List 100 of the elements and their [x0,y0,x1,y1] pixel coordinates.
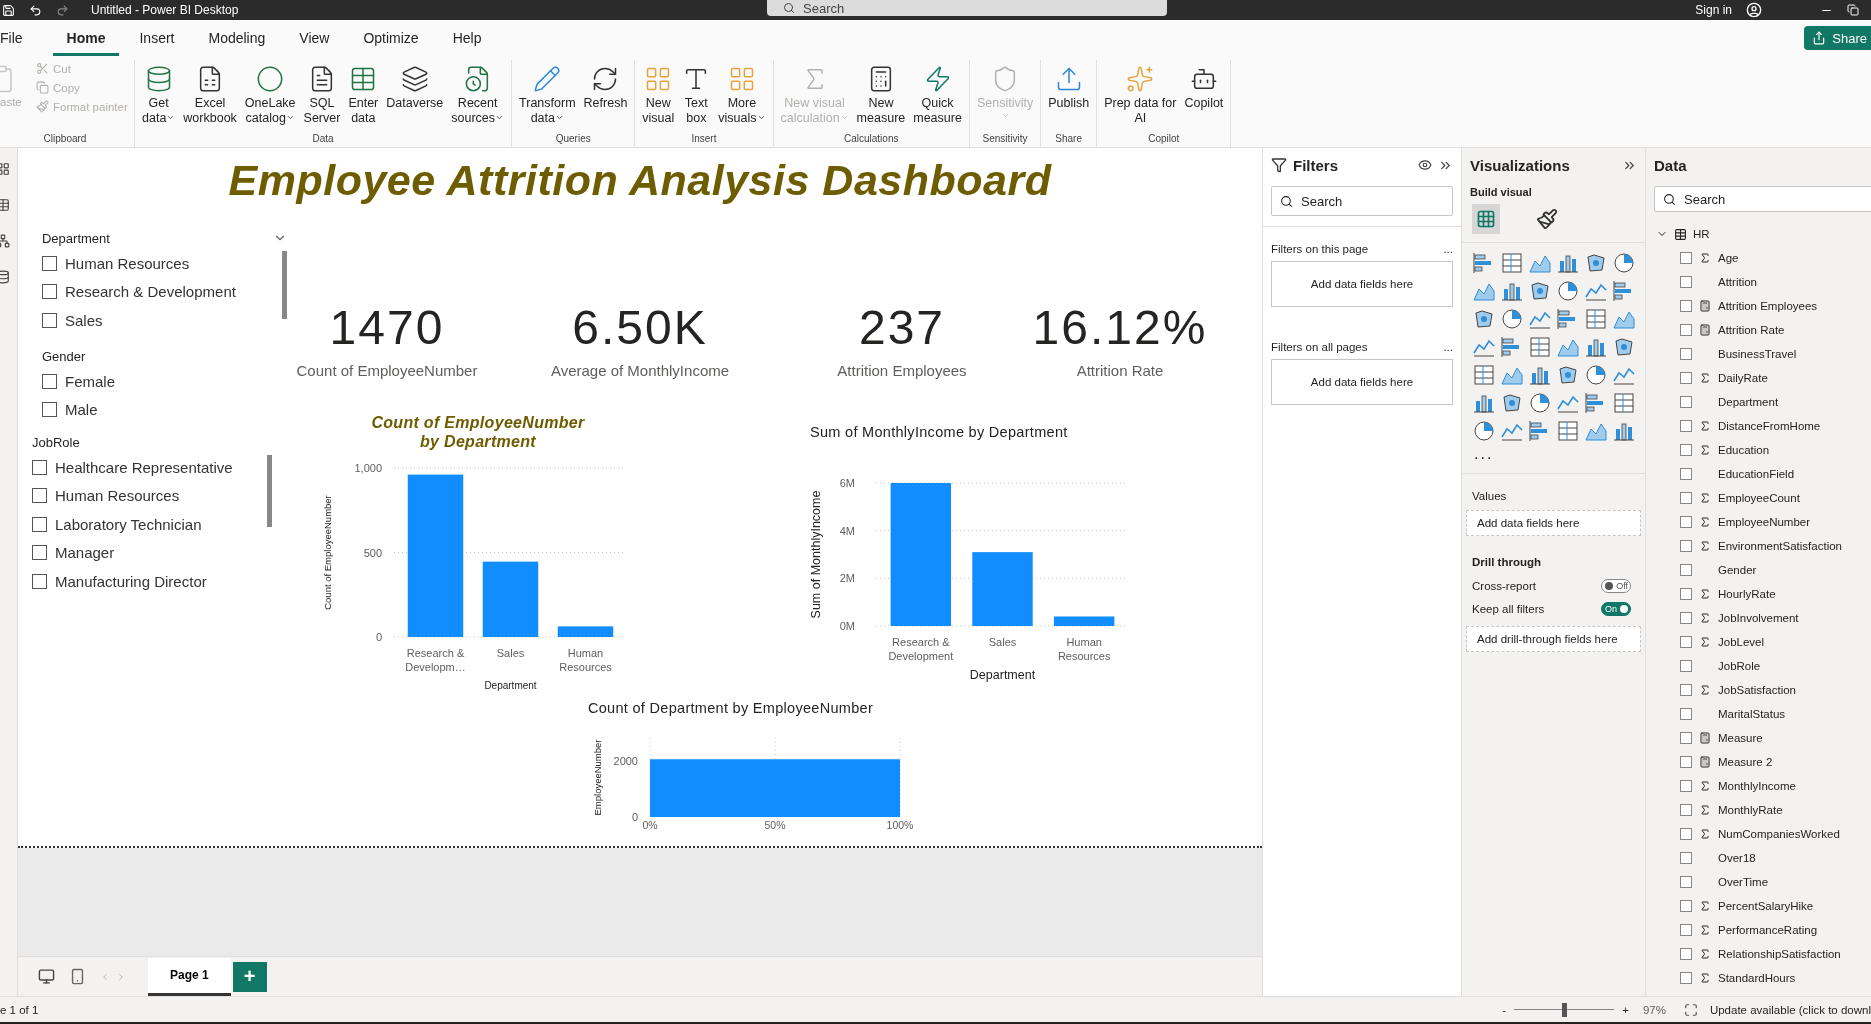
slicer-option[interactable]: Sales [65,311,103,329]
checkbox[interactable] [1680,516,1692,528]
slicer-option[interactable]: Male [65,401,98,419]
more-options-button[interactable]: ... [1443,341,1453,353]
drop-zone[interactable]: Add drill-through fields here [1466,626,1641,652]
ribbon-button[interactable]: Dataverse [383,60,447,113]
ribbon-button[interactable]: Prep data for AI [1101,60,1180,128]
ribbon-button[interactable]: Enter data [345,60,382,128]
map-icon[interactable] [1500,391,1524,415]
pie-chart-icon[interactable] [1500,307,1524,331]
checkbox[interactable] [1680,540,1692,552]
checkbox[interactable] [1680,420,1692,432]
format-visual-icon[interactable] [1536,208,1558,230]
menu-tab[interactable]: File [0,20,23,56]
page-tab[interactable]: Page 1 [148,957,231,996]
checkbox[interactable] [1680,564,1692,576]
field-name[interactable]: PercentSalaryHike [1718,900,1814,912]
search-field[interactable]: Search [767,0,1167,16]
checkbox[interactable] [1680,708,1692,720]
checkbox[interactable] [32,459,47,475]
desktop-layout-icon[interactable] [38,968,55,985]
undo-icon[interactable] [29,3,42,17]
checkbox[interactable] [1680,852,1692,864]
table-icon[interactable] [1528,335,1552,359]
ribbon-button[interactable]: New measure [853,60,909,128]
menu-tab[interactable]: Optimize [349,20,433,56]
share-button[interactable]: Share [1804,26,1871,50]
map-icon[interactable] [1584,251,1608,275]
checkbox[interactable] [1680,612,1692,624]
pie-chart-icon[interactable] [1612,251,1636,275]
table-icon[interactable] [1556,419,1580,443]
checkbox[interactable] [1680,804,1692,816]
checkbox[interactable] [1680,924,1692,936]
field-name[interactable]: EducationField [1718,468,1795,480]
field-name[interactable]: JobLevel [1718,636,1765,648]
ribbon-button[interactable]: Refresh [580,60,631,113]
fit-to-page-icon[interactable] [1683,1002,1698,1017]
field-name[interactable]: Department [1718,396,1779,408]
ribbon-button[interactable]: Copilot [1181,60,1227,113]
checkbox[interactable] [32,516,47,532]
checkbox[interactable] [42,255,57,271]
ribbon-button[interactable]: OneLake catalog [241,60,299,128]
redo-icon[interactable] [56,3,69,17]
table-name[interactable]: HR [1693,228,1710,240]
ribbon-button[interactable]: Recent sources [448,60,508,128]
drop-zone[interactable]: Add data fields here [1271,359,1453,405]
checkbox[interactable] [1680,684,1692,696]
field-name[interactable]: Attrition Employees [1718,300,1818,312]
field-name[interactable]: NumCompaniesWorked [1718,828,1840,840]
scrollbar[interactable] [267,455,272,527]
checkbox[interactable] [1680,276,1692,288]
search-field[interactable]: Search [1654,186,1871,212]
field-name[interactable]: HourlyRate [1718,588,1776,600]
checkbox[interactable] [1680,972,1692,984]
table-icon[interactable] [1472,363,1496,387]
field-name[interactable]: Gender [1718,564,1757,576]
menu-tab[interactable]: View [285,20,344,56]
map-icon[interactable] [1528,279,1552,303]
table-icon[interactable] [1612,391,1636,415]
checkbox[interactable] [42,373,57,389]
drop-zone[interactable]: Add data fields here [1466,510,1641,536]
field-name[interactable]: StandardHours [1718,972,1796,984]
pie-chart-icon[interactable] [1472,419,1496,443]
checkbox[interactable] [1680,300,1692,312]
ribbon-button[interactable]: SQL Server [300,60,344,128]
checkbox[interactable] [1680,660,1692,672]
checkbox[interactable] [1680,588,1692,600]
checkbox[interactable] [1680,252,1692,264]
slicer-option[interactable]: Healthcare Representative [55,458,233,476]
pie-chart-icon[interactable] [1528,391,1552,415]
map-icon[interactable] [1556,363,1580,387]
checkbox[interactable] [32,488,47,504]
user-icon[interactable] [1746,2,1762,18]
zoom-in-button[interactable]: + [1622,1003,1629,1016]
table-view-icon[interactable] [0,198,10,212]
field-name[interactable]: Over18 [1718,852,1756,864]
toggle-switch[interactable]: Off [1601,578,1631,593]
field-name[interactable]: JobRole [1718,660,1761,672]
slicer-option[interactable]: Manufacturing Director [55,572,207,590]
table-icon[interactable] [1584,307,1608,331]
toggle-switch[interactable]: On [1601,601,1631,616]
model-view-icon[interactable] [0,234,10,248]
checkbox[interactable] [32,573,47,589]
field-name[interactable]: Age [1718,252,1739,264]
checkbox[interactable] [1680,492,1692,504]
checkbox[interactable] [1680,348,1692,360]
field-name[interactable]: JobSatisfaction [1718,684,1796,696]
checkbox[interactable] [1680,756,1692,768]
menu-tab[interactable]: Help [438,20,496,56]
menu-tab[interactable]: Modeling [194,20,280,56]
field-name[interactable]: EmployeeNumber [1718,516,1811,528]
ribbon-button[interactable]: New visual [639,60,678,128]
ribbon-button[interactable]: Transform data [516,60,579,128]
field-name[interactable]: Attrition [1718,276,1757,288]
restore-icon[interactable] [1847,4,1859,16]
field-name[interactable]: Measure 2 [1718,756,1773,768]
slicer-option[interactable]: Human Resources [65,254,190,272]
pie-chart-icon[interactable] [1556,279,1580,303]
add-page-button[interactable]: + [232,961,267,992]
checkbox[interactable] [1680,372,1692,384]
